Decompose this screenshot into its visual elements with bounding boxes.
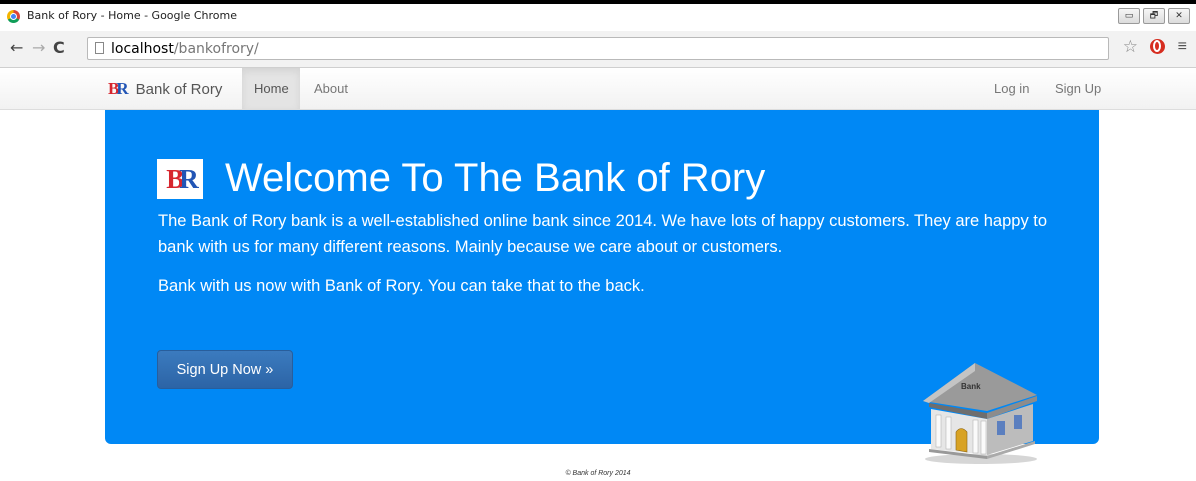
bookmark-star-icon[interactable]: ☆ (1123, 38, 1138, 56)
back-arrow-icon[interactable]: ← (10, 39, 23, 57)
reload-icon[interactable]: C (53, 39, 65, 57)
brand-name: Bank of Rory (135, 80, 223, 98)
nav-signup[interactable]: Sign Up (1055, 81, 1101, 96)
page-icon (95, 42, 104, 54)
url-host: localhost (111, 41, 174, 57)
brand-logo-letter-r: R (116, 79, 128, 98)
chrome-logo-icon (7, 10, 20, 23)
intro-paragraph: The Bank of Rory bank is a well-establis… (158, 212, 1048, 256)
bank-building-icon: Bank (923, 363, 1037, 464)
logo-letter-b: B (166, 164, 184, 194)
brand-link[interactable]: BR Bank of Rory (108, 80, 222, 98)
nav-about[interactable]: About (314, 81, 348, 96)
minimize-button[interactable]: ▭ (1118, 8, 1140, 24)
window-controls: ▭ 🗗 ✕ (1118, 8, 1190, 24)
window-titlebar: Bank of Rory - Home - Google Chrome ▭ 🗗 … (0, 0, 1196, 31)
address-url[interactable]: localhost/bankofrory/ (111, 41, 259, 57)
browser-menu-icon[interactable]: ≡ (1178, 38, 1187, 56)
bank-logo-icon: BR (157, 159, 203, 199)
extension-icon[interactable] (1150, 39, 1165, 54)
page-title: Welcome To The Bank of Rory (225, 156, 766, 200)
site-navbar: BR Bank of Rory Home About Log in Sign U… (0, 68, 1196, 110)
restore-button[interactable]: 🗗 (1143, 8, 1165, 24)
browser-toolbar: ← → C localhost/bankofrory/ ☆ ≡ (0, 31, 1196, 68)
nav-login[interactable]: Log in (994, 81, 1029, 96)
close-button[interactable]: ✕ (1168, 8, 1190, 24)
bank-sign: Bank (961, 382, 981, 391)
brand-logo-icon: BR (108, 79, 129, 98)
forward-arrow-icon[interactable]: → (32, 39, 45, 57)
footer-copyright: © Bank of Rory 2014 (565, 470, 631, 477)
tagline-paragraph: Bank with us now with Bank of Rory. You … (158, 277, 645, 295)
address-bar[interactable]: localhost/bankofrory/ (87, 37, 1109, 60)
window-title: Bank of Rory - Home - Google Chrome (27, 9, 237, 22)
url-path: /bankofrory/ (173, 41, 259, 57)
logo-letter-r: R (179, 164, 198, 194)
nav-home[interactable]: Home (254, 81, 289, 96)
sign-up-now-button[interactable]: Sign Up Now » (157, 350, 293, 389)
